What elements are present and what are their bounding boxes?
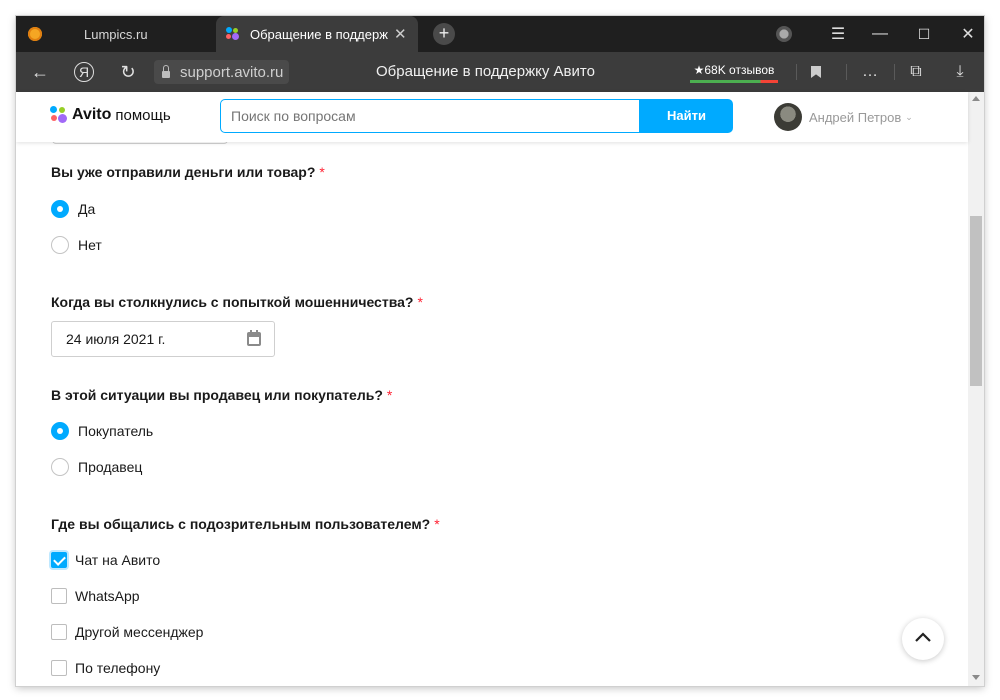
radio-selected[interactable] [51,422,69,440]
option-label: Другой мессенджер [75,624,204,640]
required-mark: * [434,516,440,532]
question-communication-channel: Где вы общались с подозрительным пользов… [51,516,440,532]
radio-option-yes[interactable]: Да [51,200,95,218]
checkbox-unchecked[interactable] [51,588,67,604]
scroll-down-icon[interactable] [972,675,980,680]
previous-field-edge [52,142,228,144]
tab-label: Обращение в поддерж [250,26,388,42]
chevron-down-icon: ⌄ [905,111,913,122]
brand-name: Avito [72,106,112,123]
checkbox-option-other-messenger[interactable]: Другой мессенджер [51,624,203,640]
more-icon[interactable]: … [856,52,884,92]
url-field[interactable]: support.avito.ru [154,60,290,84]
back-icon[interactable]: ← [26,52,54,92]
chevron-up-icon [915,632,931,642]
question-role: В этой ситуации вы продавец или покупате… [51,387,393,403]
checkbox-option-phone[interactable]: По телефону [51,660,160,676]
required-mark: * [417,294,423,310]
option-label: Нет [78,237,102,253]
user-menu[interactable]: Андрей Петров ⌄ [774,103,913,131]
lumpics-favicon-icon [28,27,42,41]
address-bar: ← Я ↻ support.avito.ru Обращение в подде… [16,52,984,92]
lock-icon [162,64,170,78]
checkbox-unchecked[interactable] [51,660,67,676]
tab-bar: Lumpics.ru Обращение в поддерж ✕ + ☰ — ☐… [16,16,984,52]
avito-favicon-icon [226,27,240,41]
yandex-icon[interactable]: Я [70,52,98,92]
date-field[interactable]: 24 июля 2021 г. [51,321,275,357]
question-fraud-date: Когда вы столкнулись с попыткой мошеннич… [51,294,423,310]
question-money-sent: Вы уже отправили деньги или товар? * [51,164,325,180]
close-window-icon[interactable]: ✕ [946,24,984,44]
option-label: Продавец [78,459,143,475]
close-tab-icon[interactable]: ✕ [394,25,407,43]
checkbox-option-avito-chat[interactable]: Чат на Авито [51,552,160,568]
minimize-icon[interactable]: — [858,25,902,43]
radio-unselected[interactable] [51,458,69,476]
search-input[interactable] [220,99,640,133]
browser-window: Lumpics.ru Обращение в поддерж ✕ + ☰ — ☐… [16,16,984,686]
scrollbar-thumb[interactable] [970,216,982,386]
new-tab-button[interactable]: + [433,23,455,45]
page-scrollbar[interactable] [968,92,984,686]
required-mark: * [319,164,325,180]
maximize-icon[interactable]: ☐ [902,26,946,43]
option-label: Чат на Авито [75,552,161,568]
user-name: Андрей Петров [809,109,902,125]
window-controls: ☰ — ☐ ✕ [776,16,984,52]
tab-lumpics[interactable]: Lumpics.ru [16,16,216,52]
extensions-icon[interactable]: ⧉ [902,52,930,92]
tab-label: Lumpics.ru [84,26,148,42]
page-title: Обращение в поддержку Авито [376,63,595,80]
bookmark-icon[interactable] [802,52,830,92]
calendar-icon[interactable] [247,330,261,346]
reviews-badge[interactable]: ★68K отзывов [688,59,780,83]
profile-icon[interactable] [776,26,792,42]
radio-unselected[interactable] [51,236,69,254]
option-label: WhatsApp [75,588,140,604]
avatar [774,103,802,131]
scroll-to-top-button[interactable] [902,618,944,660]
menu-icon[interactable]: ☰ [818,24,858,44]
avito-help-logo[interactable]: Avito помощь [50,106,171,124]
search-button[interactable]: Найти [640,99,733,133]
option-label: По телефону [75,660,161,676]
radio-option-no[interactable]: Нет [51,236,102,254]
option-label: Да [78,201,96,217]
checkbox-unchecked[interactable] [51,624,67,640]
support-form: Вы уже отправили деньги или товар? * Да Н… [16,142,968,686]
tab-avito-support[interactable]: Обращение в поддерж ✕ [216,16,418,52]
radio-option-buyer[interactable]: Покупатель [51,422,153,440]
radio-selected[interactable] [51,200,69,218]
reviews-badge-label: ★68K отзывов [693,63,775,77]
url-text: support.avito.ru [180,63,284,81]
reload-icon[interactable]: ↻ [114,52,142,92]
checkbox-checked[interactable] [51,552,67,568]
required-mark: * [386,387,393,403]
scroll-up-icon[interactable] [972,96,980,101]
avito-logo-icon [50,106,68,124]
reviews-rating-bar [690,80,778,83]
brand-suffix: помощь [115,106,171,124]
option-label: Покупатель [78,423,154,439]
checkbox-option-whatsapp[interactable]: WhatsApp [51,588,140,604]
site-header: Avito помощь Найти Андрей Петров ⌄ [16,92,968,142]
radio-option-seller[interactable]: Продавец [51,458,142,476]
download-icon[interactable]: ⤓ [946,52,974,92]
date-value: 24 июля 2021 г. [66,331,166,347]
